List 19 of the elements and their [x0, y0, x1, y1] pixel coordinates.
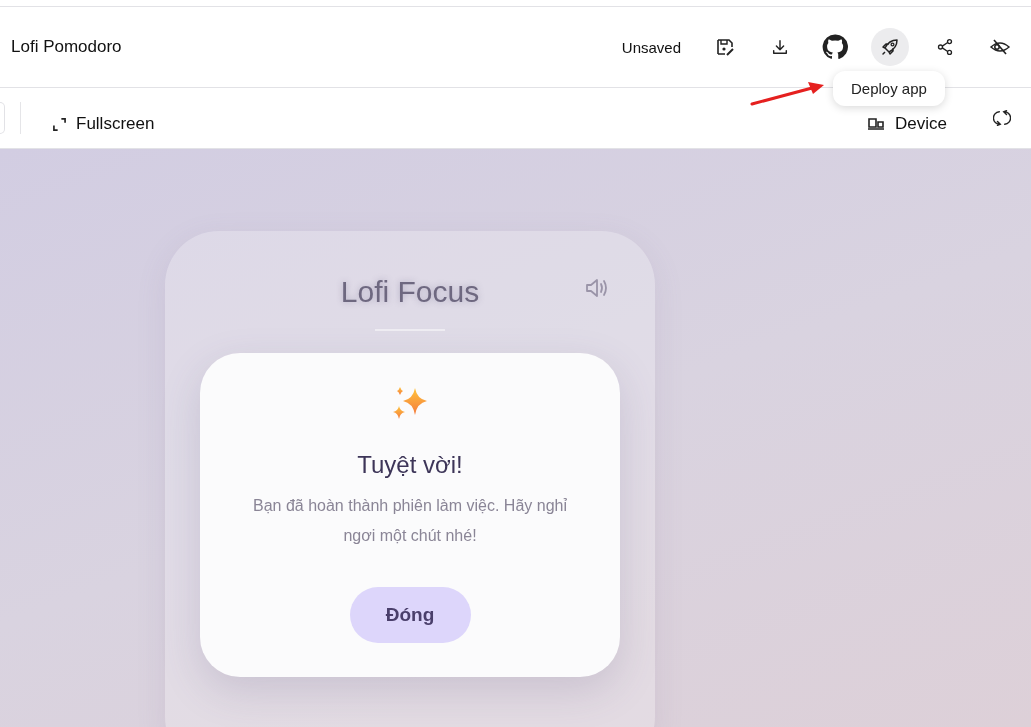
expand-icon	[53, 117, 66, 131]
device-icon	[867, 117, 886, 131]
device-button[interactable]: Device	[861, 110, 953, 138]
project-title: Lofi Pomodoro	[11, 37, 123, 57]
download-icon	[771, 38, 789, 56]
app-title: Lofi Focus	[340, 275, 480, 309]
rocket-button[interactable]	[871, 28, 909, 66]
dialog-message: Bạn đã hoàn thành phiên làm việc. Hãy nghỉ ngơi một chút nhé!	[252, 496, 568, 546]
fullscreen-button[interactable]: Fullscreen	[47, 110, 161, 138]
close-button[interactable]: Đóng	[349, 587, 471, 643]
dialog-title: Tuyệt vời!	[357, 451, 463, 479]
share-icon	[936, 38, 954, 56]
refresh-icon[interactable]	[993, 109, 1011, 127]
eye-slash-icon	[989, 37, 1011, 57]
save-icon	[715, 37, 735, 57]
rocket-icon	[880, 37, 900, 57]
tooltip: Deploy app	[833, 71, 945, 106]
save-status: Unsaved	[621, 38, 681, 56]
github-icon	[822, 34, 848, 60]
